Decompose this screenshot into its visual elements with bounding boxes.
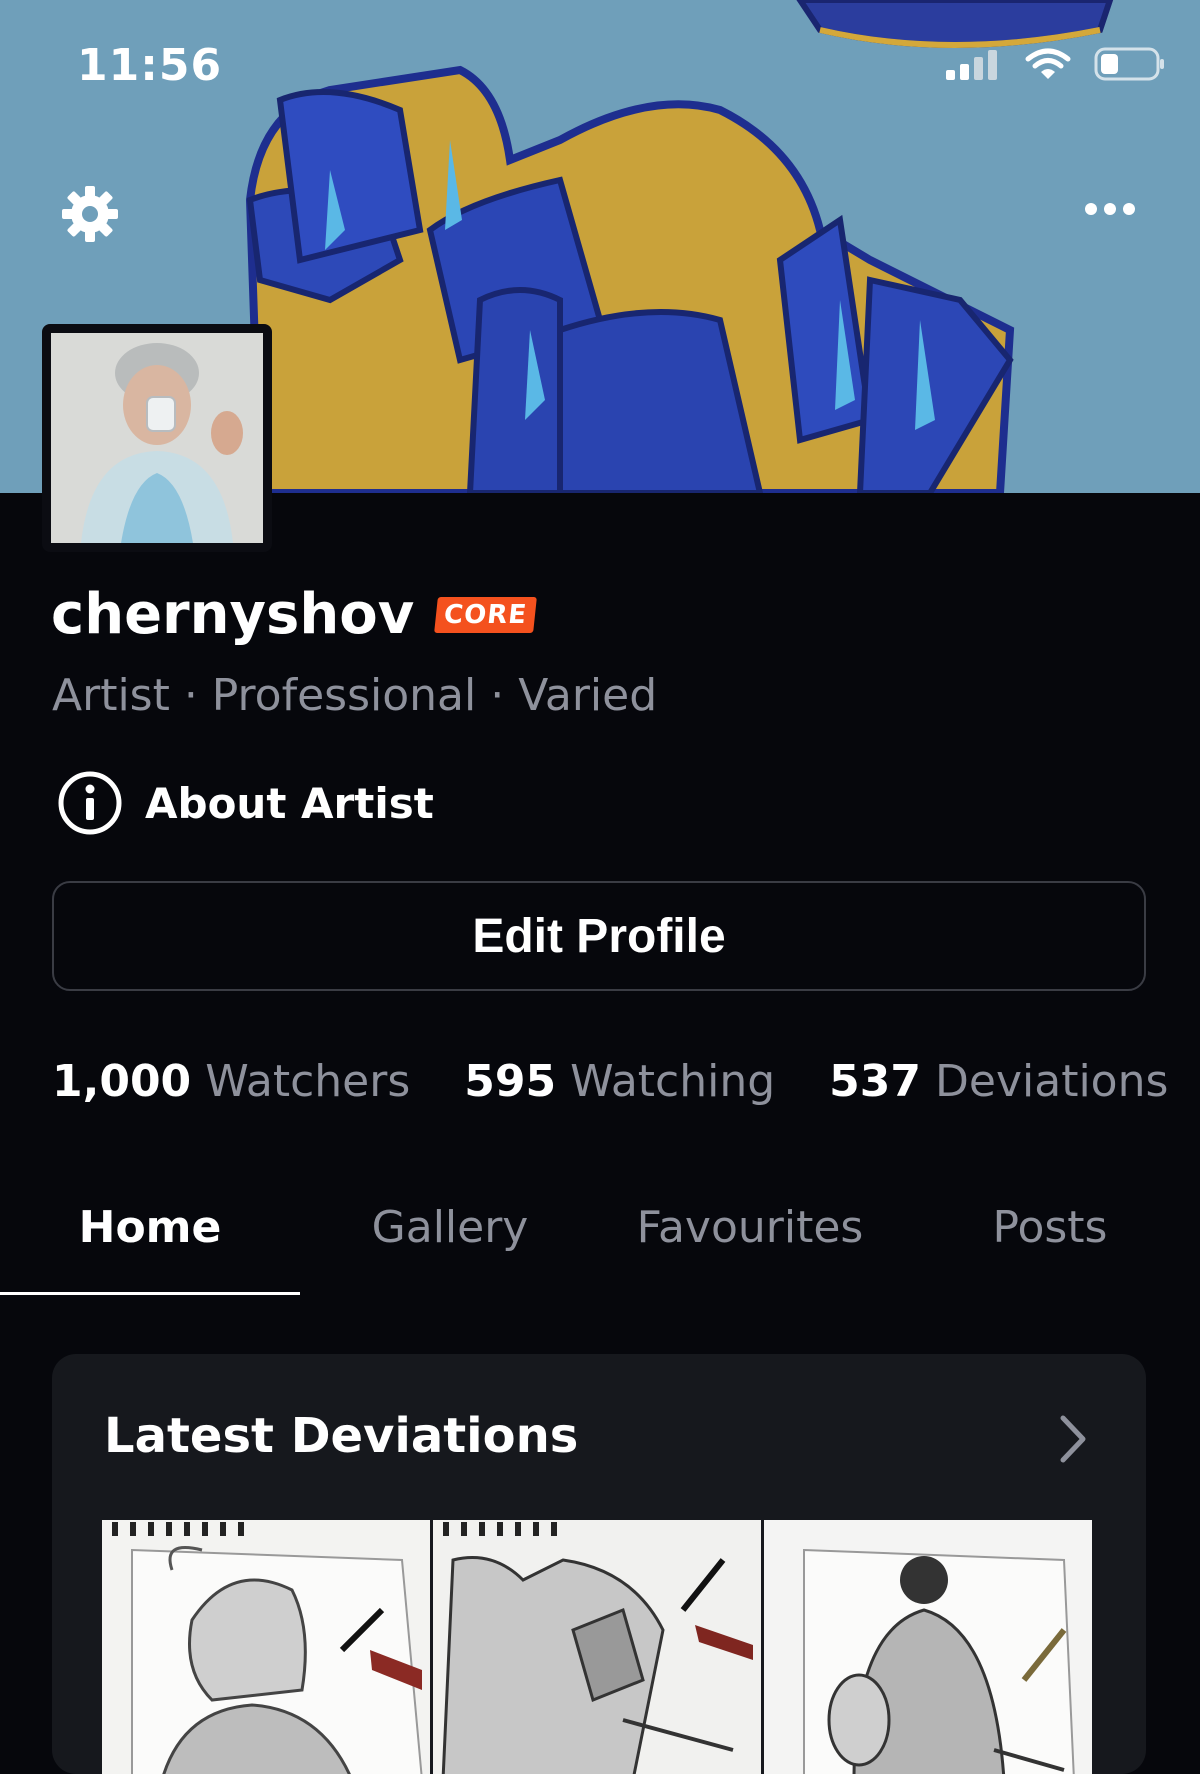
tab-home[interactable]: Home: [0, 1196, 300, 1295]
stat-label: Deviations: [935, 1056, 1169, 1107]
deviation-thumbnail-image: [102, 1520, 430, 1774]
status-icons: [946, 46, 1166, 82]
about-artist-label: About Artist: [145, 778, 434, 828]
stat-value: 1,000: [52, 1056, 192, 1107]
latest-deviations-card: Latest Deviations: [52, 1354, 1146, 1774]
tab-favourites[interactable]: Favourites: [600, 1196, 900, 1294]
avatar-photo: [51, 333, 263, 543]
stat-watching[interactable]: 595 Watching: [464, 1056, 775, 1107]
deviation-thumbnail-image: [433, 1520, 761, 1774]
username-row: chernyshov CORE: [51, 582, 538, 647]
info-icon: [58, 771, 122, 835]
avatar-frame[interactable]: [42, 324, 272, 552]
deviation-thumbnail[interactable]: [102, 1520, 430, 1774]
tab-posts[interactable]: Posts: [900, 1196, 1200, 1294]
tab-gallery[interactable]: Gallery: [300, 1196, 600, 1294]
status-time: 11:56: [77, 40, 223, 91]
stat-label: Watching: [570, 1056, 776, 1107]
deviation-thumbnail[interactable]: [764, 1520, 1092, 1774]
stat-watchers[interactable]: 1,000 Watchers: [52, 1056, 410, 1107]
stat-deviations[interactable]: 537 Deviations: [829, 1056, 1168, 1107]
deviation-thumbnail[interactable]: [433, 1520, 761, 1774]
settings-button[interactable]: [60, 184, 120, 248]
settings-gear-icon: [62, 186, 118, 242]
latest-deviations-more-button[interactable]: [1058, 1414, 1088, 1468]
edit-profile-button[interactable]: Edit Profile: [52, 881, 1146, 991]
deviation-thumbnails: [102, 1520, 1092, 1774]
more-dots-icon: [1085, 203, 1135, 215]
stat-value: 595: [464, 1056, 557, 1107]
core-badge: CORE: [434, 596, 538, 633]
battery-icon: [1094, 47, 1164, 81]
chevron-right-icon: [1060, 1415, 1086, 1463]
stat-value: 537: [829, 1056, 922, 1107]
stat-label: Watchers: [205, 1056, 411, 1107]
profile-stats: 1,000 Watchers 595 Watching 537 Deviatio…: [52, 1056, 1168, 1107]
signal-icon: [946, 50, 997, 80]
about-artist-link[interactable]: About Artist: [57, 770, 434, 836]
profile-subtitle: Artist · Professional · Varied: [52, 670, 658, 721]
avatar: [51, 333, 263, 543]
more-options-button[interactable]: [1084, 200, 1136, 222]
wifi-icon: [1025, 48, 1071, 79]
deviation-thumbnail-image: [764, 1520, 1092, 1774]
latest-deviations-title[interactable]: Latest Deviations: [104, 1408, 578, 1464]
username: chernyshov: [51, 582, 415, 647]
profile-tabs: Home Gallery Favourites Posts: [0, 1196, 1200, 1295]
